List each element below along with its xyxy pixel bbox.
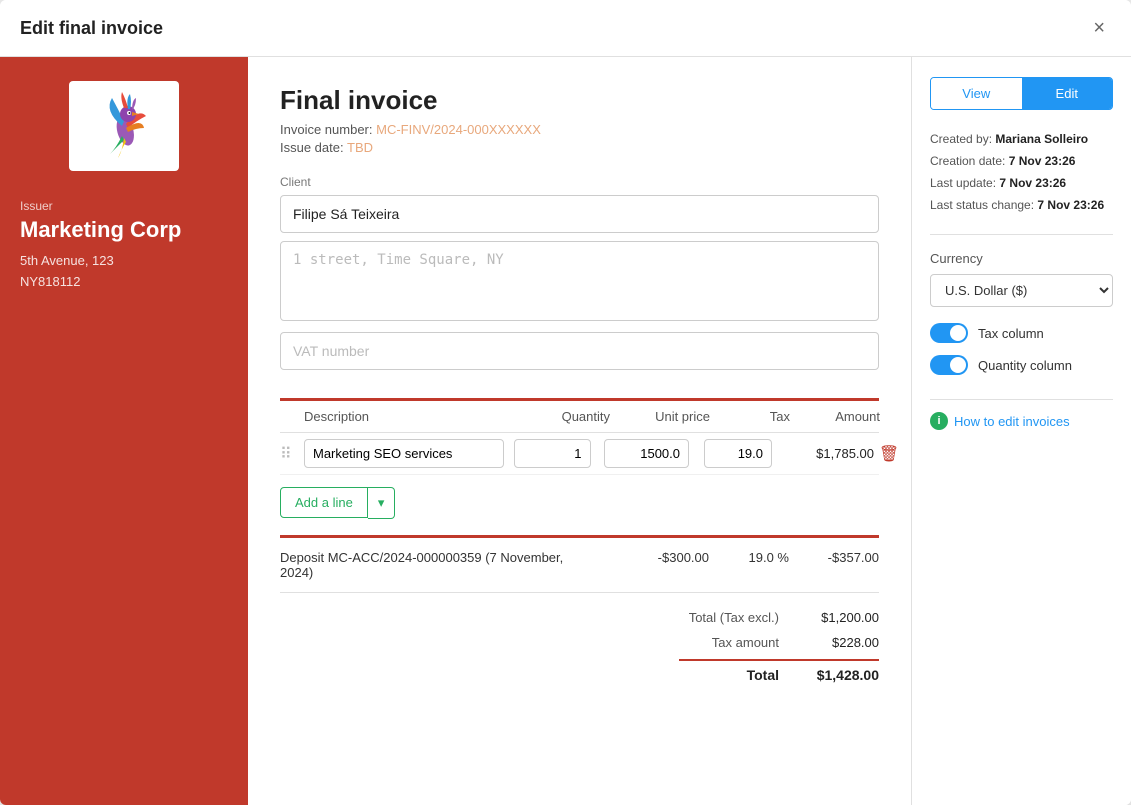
total-tax-excl-label: Total (Tax excl.) bbox=[659, 610, 779, 625]
header-unit-price: Unit price bbox=[610, 409, 710, 424]
quantity-column-label: Quantity column bbox=[978, 358, 1072, 373]
header-description: Description bbox=[280, 409, 520, 424]
header-quantity: Quantity bbox=[520, 409, 610, 424]
deposit-description: Deposit MC-ACC/2024-000000359 (7 Novembe… bbox=[280, 550, 609, 580]
creation-date-row: Creation date: 7 Nov 23:26 bbox=[930, 152, 1113, 170]
company-logo bbox=[89, 91, 159, 161]
currency-select[interactable]: U.S. Dollar ($) Euro (€) British Pound (… bbox=[930, 274, 1113, 307]
tax-amount-label: Tax amount bbox=[659, 635, 779, 650]
help-link-label: How to edit invoices bbox=[954, 414, 1070, 429]
company-name: Marketing Corp bbox=[20, 217, 181, 243]
totals-section: Total (Tax excl.) $1,200.00 Tax amount $… bbox=[280, 605, 879, 689]
header-amount: Amount bbox=[790, 409, 880, 424]
issuer-label: Issuer bbox=[20, 199, 53, 213]
add-line-area: Add a line▾ bbox=[280, 487, 879, 519]
modal-title: Edit final invoice bbox=[20, 18, 163, 39]
tax-amount-row: Tax amount $228.00 bbox=[280, 630, 879, 655]
line-description-input[interactable] bbox=[304, 439, 504, 468]
client-section-label: Client bbox=[280, 175, 879, 189]
line-quantity-input[interactable] bbox=[514, 439, 591, 468]
delete-line-button[interactable]: 🗑 bbox=[874, 442, 904, 466]
quantity-column-toggle[interactable] bbox=[930, 355, 968, 375]
deposit-amount: -$300.00 bbox=[609, 550, 709, 565]
tax-column-toggle[interactable] bbox=[930, 323, 968, 343]
invoice-title: Final invoice bbox=[280, 85, 879, 116]
tax-amount-value: $228.00 bbox=[799, 635, 879, 650]
table-header: Description Quantity Unit price Tax Amou… bbox=[280, 401, 879, 433]
line-unit-price-input[interactable] bbox=[604, 439, 689, 468]
modal-container: Edit final invoice × bbox=[0, 0, 1131, 805]
invoice-number-meta: Invoice number: MC-FINV/2024-000XXXXXX bbox=[280, 122, 879, 137]
add-line-button[interactable]: Add a line bbox=[280, 487, 368, 518]
drag-handle-icon[interactable]: ⠿ bbox=[280, 444, 304, 464]
total-label: Total bbox=[659, 667, 779, 683]
meta-section: Created by: Mariana Solleiro Creation da… bbox=[930, 130, 1113, 235]
client-vat-input[interactable] bbox=[280, 332, 879, 370]
edit-tab[interactable]: Edit bbox=[1022, 78, 1113, 109]
deposit-tax-amount: -$357.00 bbox=[789, 550, 879, 565]
currency-label: Currency bbox=[930, 251, 1113, 266]
quantity-column-toggle-row: Quantity column bbox=[930, 355, 1113, 375]
invoice-date-meta: Issue date: TBD bbox=[280, 140, 879, 155]
panel-divider bbox=[930, 399, 1113, 400]
tax-column-label: Tax column bbox=[978, 326, 1044, 341]
help-link[interactable]: i How to edit invoices bbox=[930, 412, 1113, 430]
created-by-row: Created by: Mariana Solleiro bbox=[930, 130, 1113, 148]
logo-box bbox=[69, 81, 179, 171]
header-actions bbox=[880, 409, 910, 424]
tax-column-toggle-row: Tax column bbox=[930, 323, 1113, 343]
right-panel: View Edit Created by: Mariana Solleiro C… bbox=[911, 57, 1131, 805]
modal-header: Edit final invoice × bbox=[0, 0, 1131, 57]
total-tax-excl-row: Total (Tax excl.) $1,200.00 bbox=[280, 605, 879, 630]
main-content: Final invoice Invoice number: MC-FINV/20… bbox=[248, 57, 911, 805]
total-final-row: Total $1,428.00 bbox=[280, 661, 879, 689]
add-line-dropdown-button[interactable]: ▾ bbox=[368, 487, 396, 519]
table-row: ⠿ $1,785.00 🗑 bbox=[280, 433, 879, 475]
invoice-table: Description Quantity Unit price Tax Amou… bbox=[280, 398, 879, 689]
client-address-textarea[interactable] bbox=[280, 241, 879, 321]
client-name-input[interactable] bbox=[280, 195, 879, 233]
header-tax: Tax bbox=[710, 409, 790, 424]
view-edit-tabs: View Edit bbox=[930, 77, 1113, 110]
modal-body: Issuer Marketing Corp 5th Avenue, 123 NY… bbox=[0, 57, 1131, 805]
last-status-row: Last status change: 7 Nov 23:26 bbox=[930, 196, 1113, 214]
total-tax-excl-value: $1,200.00 bbox=[799, 610, 879, 625]
sidebar: Issuer Marketing Corp 5th Avenue, 123 NY… bbox=[0, 57, 248, 805]
last-update-row: Last update: 7 Nov 23:26 bbox=[930, 174, 1113, 192]
deposit-row: Deposit MC-ACC/2024-000000359 (7 Novembe… bbox=[280, 538, 879, 593]
company-address: 5th Avenue, 123 NY818112 bbox=[20, 251, 114, 293]
close-button[interactable]: × bbox=[1087, 16, 1111, 40]
deposit-tax-pct: 19.0 % bbox=[709, 550, 789, 565]
line-tax-input[interactable] bbox=[704, 439, 772, 468]
line-amount: $1,785.00 bbox=[784, 446, 874, 461]
view-tab[interactable]: View bbox=[931, 78, 1022, 109]
total-value: $1,428.00 bbox=[799, 667, 879, 683]
help-icon: i bbox=[930, 412, 948, 430]
